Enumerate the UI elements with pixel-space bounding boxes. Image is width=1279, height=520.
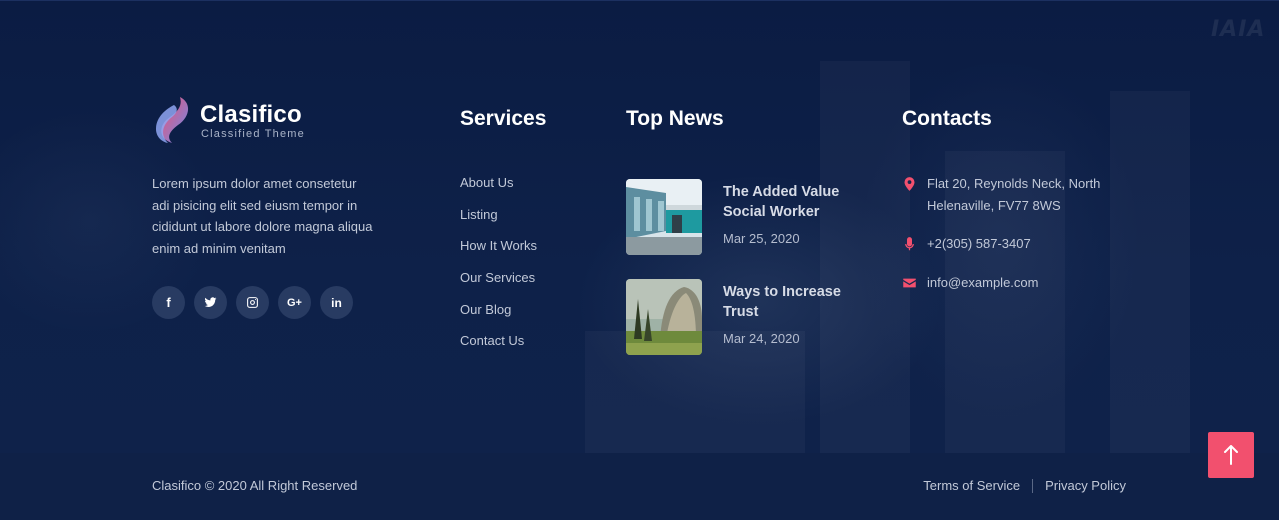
contacts-list: Flat 20, Reynolds Neck, North Helenavill… <box>902 173 1132 294</box>
microphone-icon <box>902 236 917 252</box>
logo-icon <box>156 97 189 143</box>
top-news-heading: Top News <box>626 107 724 130</box>
brand-tagline: Classified Theme <box>201 128 305 140</box>
link-listing[interactable]: Listing <box>460 205 600 237</box>
news-item: Ways to Increase Trust Mar 24, 2020 <box>626 279 866 379</box>
contact-email: info@example.com <box>902 272 1132 294</box>
news-title[interactable]: The Added Value Social Worker <box>723 182 853 222</box>
services-links: About Us Listing How It Works Our Servic… <box>460 173 600 363</box>
facebook-button[interactable]: f <box>152 286 185 319</box>
envelope-icon <box>902 275 917 291</box>
brand-name: Clasifico <box>200 101 302 128</box>
terms-of-service-link[interactable]: Terms of Service <box>923 478 1020 493</box>
twitter-icon <box>204 297 217 307</box>
map-pin-icon <box>902 176 917 192</box>
footer-main: IAIA Clasifico Classified Theme Lorem ip… <box>0 0 1279 453</box>
news-title[interactable]: Ways to Increase Trust <box>723 282 853 322</box>
news-thumbnail[interactable] <box>626 279 702 355</box>
services-heading: Services <box>460 107 547 130</box>
contact-email-text[interactable]: info@example.com <box>927 275 1038 290</box>
contact-phone-text[interactable]: +2(305) 587-3407 <box>927 236 1031 251</box>
contact-address-text: Flat 20, Reynolds Neck, North Helenavill… <box>927 176 1101 213</box>
google-plus-icon: G+ <box>287 296 302 309</box>
footer-logo[interactable]: Clasifico Classified Theme <box>152 95 372 145</box>
social-links: f G+ in <box>152 286 353 319</box>
news-date: Mar 24, 2020 <box>723 331 800 346</box>
divider <box>1032 478 1034 493</box>
privacy-policy-link[interactable]: Privacy Policy <box>1045 478 1126 493</box>
footer-bottom-bar: Clasifico © 2020 All Right Reserved Term… <box>0 453 1279 520</box>
instagram-button[interactable] <box>236 286 269 319</box>
contact-phone: +2(305) 587-3407 <box>902 233 1132 272</box>
contacts-heading: Contacts <box>902 107 992 130</box>
facebook-icon: f <box>166 295 171 310</box>
linkedin-icon: in <box>331 295 342 310</box>
scroll-to-top-button[interactable] <box>1208 432 1254 478</box>
background-watermark: IAIA <box>1211 17 1266 42</box>
link-our-services[interactable]: Our Services <box>460 268 600 300</box>
link-contact-us[interactable]: Contact Us <box>460 331 600 363</box>
twitter-button[interactable] <box>194 286 227 319</box>
news-thumbnail[interactable] <box>626 179 702 255</box>
top-news-list: The Added Value Social Worker Mar 25, 20… <box>626 179 866 379</box>
contact-address: Flat 20, Reynolds Neck, North Helenavill… <box>902 173 1132 233</box>
google-plus-button[interactable]: G+ <box>278 286 311 319</box>
link-how-it-works[interactable]: How It Works <box>460 236 600 268</box>
news-date: Mar 25, 2020 <box>723 231 800 246</box>
building-photo-icon <box>626 179 702 255</box>
linkedin-button[interactable]: in <box>320 286 353 319</box>
legal-links: Terms of Service Privacy Policy <box>923 478 1126 493</box>
instagram-icon <box>247 297 258 308</box>
arrow-up-icon <box>1224 445 1238 465</box>
about-text: Lorem ipsum dolor amet consetetur adi pi… <box>152 176 373 256</box>
link-about-us[interactable]: About Us <box>460 173 600 205</box>
copyright-text: Clasifico © 2020 All Right Reserved <box>152 478 358 493</box>
news-item: The Added Value Social Worker Mar 25, 20… <box>626 179 866 279</box>
landscape-photo-icon <box>626 279 702 355</box>
link-our-blog[interactable]: Our Blog <box>460 300 600 332</box>
